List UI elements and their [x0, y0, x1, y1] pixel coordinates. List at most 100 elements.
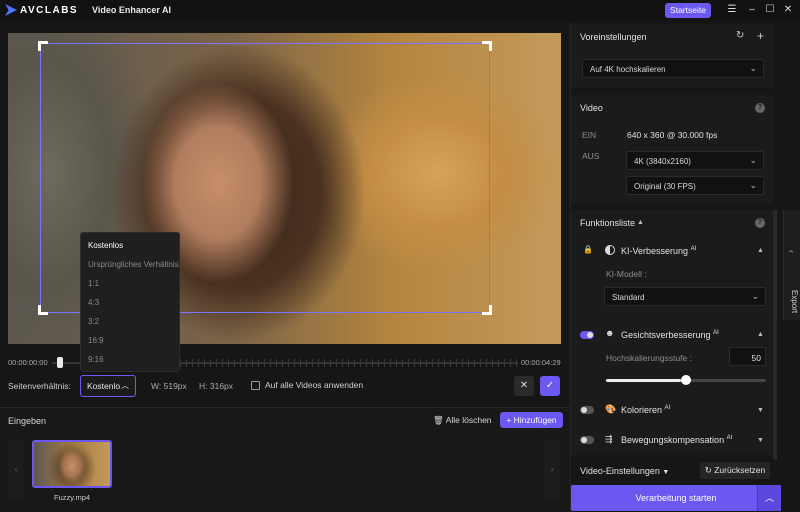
minimize-icon[interactable]: –	[745, 3, 759, 17]
maximize-icon[interactable]: ☐	[763, 3, 777, 17]
chevron-right-icon: ›	[550, 464, 554, 475]
fps-value: Original (30 FPS)	[634, 182, 696, 191]
ai-badge: AI	[726, 435, 733, 441]
width-value: 519px	[163, 381, 187, 391]
face-enhance-toggle[interactable]	[580, 331, 594, 339]
help-icon[interactable]: ?	[755, 103, 765, 113]
app-title: Video Enhancer AI	[92, 5, 172, 15]
caret-down-icon: ▼	[662, 469, 670, 476]
export-tab[interactable]: ‹ Export	[783, 210, 800, 320]
width-label: W:	[151, 381, 162, 391]
logo: AVCLABS	[5, 4, 78, 16]
colorize-label: Kolorieren	[621, 405, 663, 415]
logo-text: AVCLABS	[20, 4, 79, 16]
aspect-ratio-select[interactable]: Kostenlo ︿	[80, 375, 136, 397]
refresh-icon[interactable]: ↻	[736, 30, 744, 41]
hamburger-icon[interactable]: ☰	[725, 3, 739, 17]
ai-enhance-label: KI-Verbesserung	[621, 246, 689, 256]
aspect-option[interactable]: 9:16	[88, 355, 104, 364]
crop-handle-bottom-left[interactable]	[38, 305, 48, 315]
output-label: AUS	[582, 151, 600, 161]
caret-down-icon[interactable]: ▼	[757, 407, 764, 414]
chevron-up-icon: ︿	[764, 493, 774, 503]
aspect-option[interactable]: 16:9	[88, 336, 104, 345]
preset-select[interactable]: Auf 4K hochskalieren ⌄	[582, 59, 764, 78]
crop-handle-top-left[interactable]	[38, 41, 48, 51]
crop-handle-top-right[interactable]	[482, 41, 492, 51]
start-processing-button[interactable]: Verarbeitung starten	[571, 485, 781, 511]
caret-up-icon[interactable]: ▲	[637, 219, 644, 226]
timeline-ticks	[180, 359, 518, 367]
motion-toggle[interactable]	[580, 436, 594, 444]
start-processing-label: Verarbeitung starten	[635, 493, 717, 503]
app-window: AVCLABS Video Enhancer AI Startseite ☰ –…	[0, 0, 800, 512]
aspect-option[interactable]: Kostenlos	[88, 241, 123, 250]
presets-title: Voreinstellungen	[580, 32, 647, 42]
ai-badge: AI	[713, 330, 719, 336]
chevron-down-icon: ⌄	[749, 63, 757, 73]
panel-scrollbar[interactable]	[773, 210, 777, 460]
add-preset-icon[interactable]: +	[757, 29, 764, 43]
clear-all-label: Alle löschen	[445, 415, 492, 425]
features-title: Funktionsliste	[580, 218, 636, 228]
input-title: Eingeben	[8, 416, 47, 426]
scroll-right-button[interactable]: ›	[544, 440, 560, 500]
preset-value: Auf 4K hochskalieren	[590, 65, 666, 74]
caret-down-icon[interactable]: ▼	[757, 437, 764, 444]
chevron-left-icon: ‹	[14, 464, 18, 475]
colorize-toggle[interactable]	[580, 406, 594, 414]
reset-button[interactable]: ↻ Zurücksetzen	[700, 462, 770, 479]
crop-handle-bottom-right[interactable]	[482, 305, 492, 315]
reset-label: Zurücksetzen	[714, 465, 766, 475]
chevron-up-icon: ︿	[121, 381, 129, 390]
clear-all-button[interactable]: 🗑 Alle löschen	[433, 415, 492, 426]
toggle-knob	[587, 332, 593, 338]
timeline-end-time: 00:00:04:29	[521, 358, 561, 367]
checkbox-icon[interactable]	[251, 380, 260, 390]
confirm-crop-button[interactable]: ✓	[540, 376, 560, 396]
ai-badge: AI	[664, 405, 671, 411]
input-spec: 640 x 360 @ 30.000 fps	[627, 130, 718, 140]
face-enhance-label: Gesichtsverbesserung	[621, 330, 711, 340]
fps-select[interactable]: Original (30 FPS) ⌄	[626, 176, 764, 195]
caret-up-icon[interactable]: ▲	[757, 247, 764, 254]
colorize-title: Kolorieren AI	[621, 405, 670, 415]
ai-badge: AI	[690, 246, 697, 252]
startseite-button[interactable]: Startseite	[665, 3, 711, 18]
aspect-ratio-value: Kostenlo	[87, 381, 121, 391]
processing-options-button[interactable]: ︿	[757, 485, 781, 511]
input-label: EIN	[582, 130, 597, 140]
aspect-option[interactable]: 1:1	[88, 279, 99, 288]
scroll-left-button[interactable]: ‹	[8, 440, 24, 500]
ai-model-select[interactable]: Standard ⌄	[604, 287, 766, 306]
ai-model-label: KI-Modell :	[606, 269, 647, 279]
video-title: Video	[580, 103, 603, 113]
video-thumbnail[interactable]	[32, 440, 112, 488]
resolution-select[interactable]: 4K (3840x2160) ⌄	[626, 151, 764, 170]
resolution-value: 4K (3840x2160)	[634, 157, 691, 166]
motion-title: Bewegungskompensation AI	[621, 435, 732, 445]
motion-label: Bewegungskompensation	[621, 435, 725, 445]
cancel-crop-button[interactable]: ✕	[514, 376, 534, 396]
scale-input[interactable]: 50	[729, 347, 766, 366]
aspect-option[interactable]: Ursprüngliches Verhältnis	[88, 260, 179, 269]
close-icon[interactable]: ✕	[781, 3, 795, 17]
motion-icon: ⇶	[605, 434, 613, 444]
scale-slider-knob[interactable]	[681, 375, 691, 385]
timeline-playhead[interactable]	[57, 357, 63, 368]
ai-enhance-title: KI-Verbesserung AI	[621, 246, 696, 256]
apply-all-checkbox[interactable]: Auf alle Videos anwenden	[251, 380, 363, 390]
video-file-name: Fuzzy.mp4	[53, 493, 91, 502]
height-value: 316px	[209, 381, 234, 391]
aspect-option[interactable]: 3:2	[88, 317, 99, 326]
video-settings-toggle[interactable]: Video-Einstellungen ▼	[580, 466, 669, 476]
caret-up-icon[interactable]: ▲	[757, 331, 764, 338]
lock-icon: 🔒	[583, 245, 593, 254]
toggle-knob	[581, 437, 587, 443]
aspect-option[interactable]: 4:3	[88, 298, 99, 307]
help-icon[interactable]: ?	[755, 218, 765, 228]
add-button[interactable]: + Hinzufügen	[500, 412, 563, 428]
scale-slider-fill	[606, 379, 681, 382]
width-display: W: 519px	[151, 381, 187, 391]
reset-icon: ↻	[704, 465, 712, 475]
